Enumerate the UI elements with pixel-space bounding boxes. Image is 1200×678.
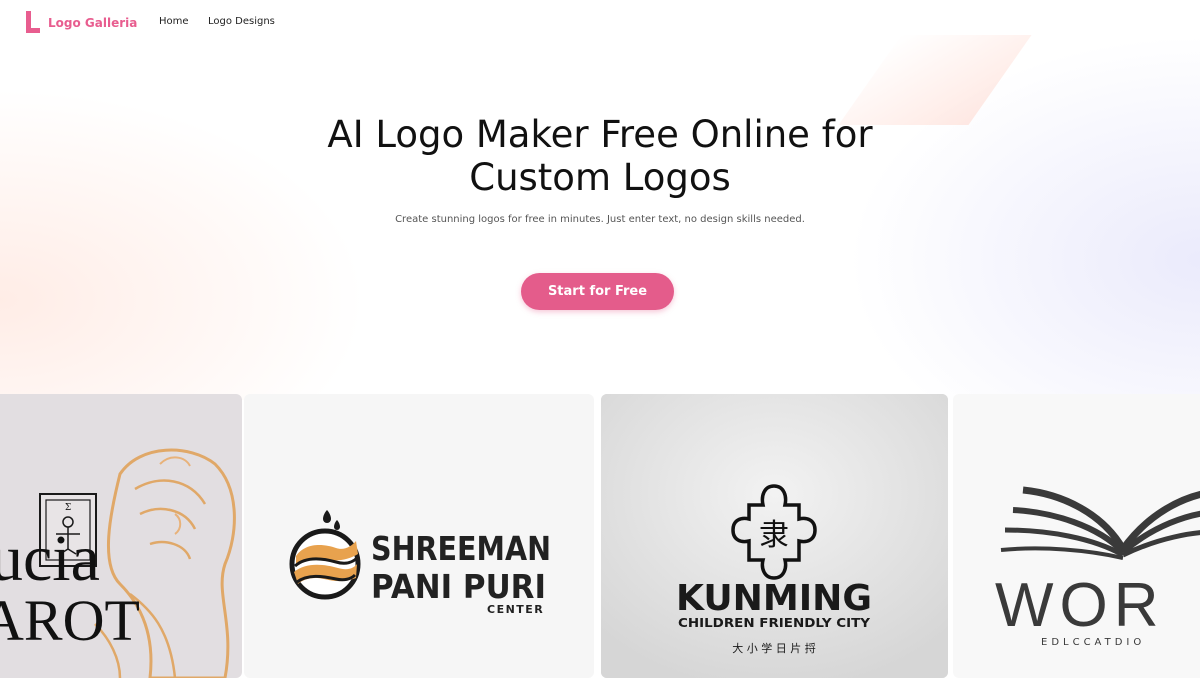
hero-title: AI Logo Maker Free Online for Custom Log… xyxy=(300,113,900,199)
start-for-free-button[interactable]: Start for Free xyxy=(521,273,674,310)
shreeman-logo-line-1: SHREEMAN xyxy=(371,529,551,568)
book-logo-line-2: EDLCCATDIO xyxy=(1041,637,1145,648)
gallery-card-tarot[interactable]: Σ ucia AROT xyxy=(0,394,242,678)
shreeman-logo-image: SHREEMAN PANI PURI CENTER xyxy=(289,510,551,616)
tarot-logo-line-1: ucia xyxy=(0,522,100,595)
nav-logo-designs-link[interactable]: Logo Designs xyxy=(208,16,275,27)
hero-title-line-1: AI Logo Maker Free Online for xyxy=(327,113,873,156)
kunming-logo-line-1: KUNMING xyxy=(676,578,872,619)
hero-subtitle: Create stunning logos for free in minute… xyxy=(395,214,805,225)
hero-title-line-2: Custom Logos xyxy=(469,156,731,199)
brand-name: Logo Galleria xyxy=(48,16,138,30)
gallery-card-book[interactable]: WOR EDLCCATDIO xyxy=(953,394,1200,678)
brand-l-icon xyxy=(26,11,40,33)
gallery-card-kunming[interactable]: 隶 KUNMING CHILDREN FRIENDLY CITY 大 小 学 日… xyxy=(601,394,948,678)
book-logo-image: WOR EDLCCATDIO xyxy=(995,486,1200,648)
kunming-logo-image: 隶 KUNMING CHILDREN FRIENDLY CITY 大 小 学 日… xyxy=(601,394,948,678)
shreeman-logo-line-2: PANI PURI xyxy=(371,567,546,606)
shreeman-logo-line-3: CENTER xyxy=(487,603,544,616)
kunming-puzzle-glyph: 隶 xyxy=(759,518,789,553)
kunming-logo-line-3: 大 小 学 日 片 捋 xyxy=(732,641,815,655)
tarot-card-seal: Σ xyxy=(65,503,71,513)
book-logo-line-1: WOR xyxy=(995,571,1165,640)
hero-background xyxy=(0,0,1200,400)
top-navigation-bar: Logo Galleria Home Logo Designs xyxy=(0,0,1200,46)
tarot-logo-image: Σ ucia AROT xyxy=(0,448,236,678)
tarot-logo-line-2: AROT xyxy=(0,588,140,653)
brand-logo-link[interactable]: Logo Galleria xyxy=(26,11,137,33)
gallery-card-shreeman[interactable]: SHREEMAN PANI PURI CENTER xyxy=(244,394,594,678)
nav-home-link[interactable]: Home xyxy=(159,16,189,27)
kunming-logo-line-2: CHILDREN FRIENDLY CITY xyxy=(678,616,870,630)
